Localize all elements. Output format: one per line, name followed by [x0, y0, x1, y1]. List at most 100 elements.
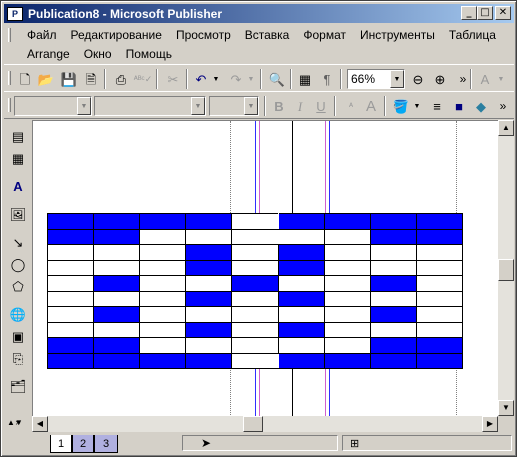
style-combo[interactable]: ▼: [14, 96, 92, 116]
table-cell[interactable]: [277, 306, 325, 323]
maximize-button[interactable]: □: [477, 6, 493, 20]
table-cell[interactable]: [277, 228, 325, 245]
page-navigator-1[interactable]: 1: [50, 435, 72, 453]
3d-icon[interactable]: ◆: [472, 97, 490, 115]
table-cell[interactable]: [139, 213, 187, 230]
table-cell[interactable]: [139, 259, 187, 276]
table-cell[interactable]: [93, 337, 141, 354]
table-cell[interactable]: [323, 290, 371, 307]
menu-file[interactable]: Файл: [20, 27, 64, 43]
table-cell[interactable]: [415, 259, 464, 276]
table-cell[interactable]: [323, 259, 371, 276]
menu-format[interactable]: Формат: [296, 27, 353, 43]
table-cell[interactable]: [277, 213, 325, 230]
table-cell[interactable]: [46, 352, 95, 369]
table-row[interactable]: [46, 259, 464, 276]
table-cell[interactable]: [46, 259, 95, 276]
table-cell[interactable]: [277, 275, 325, 292]
pilcrow-icon[interactable]: ¶: [318, 70, 336, 88]
design-gallery-icon[interactable]: 🗂: [8, 376, 28, 396]
table-row[interactable]: [46, 228, 464, 245]
table-cell[interactable]: [139, 290, 187, 307]
table-cell[interactable]: [46, 321, 95, 338]
table-cell[interactable]: [415, 306, 464, 323]
picture-frame-icon[interactable]: 🖼: [8, 204, 28, 224]
font-dropdown-icon[interactable]: ▼: [191, 97, 205, 115]
zoom-in-icon[interactable]: ⊕: [431, 70, 449, 88]
print-icon[interactable]: ⎙: [112, 70, 130, 88]
style-dropdown-icon[interactable]: ▼: [77, 97, 91, 115]
table-cell[interactable]: [185, 290, 233, 307]
table-cell[interactable]: [139, 306, 187, 323]
table-cell[interactable]: [93, 321, 141, 338]
scroll-up-icon[interactable]: ▲: [498, 120, 514, 136]
table-cell[interactable]: [369, 337, 417, 354]
table-cell[interactable]: [139, 228, 187, 245]
table-cell[interactable]: [46, 244, 95, 261]
table-cell[interactable]: [139, 321, 187, 338]
publication-table[interactable]: [46, 213, 464, 369]
menu-help[interactable]: Помощь: [119, 46, 179, 62]
table-cell[interactable]: [415, 321, 464, 338]
toolbar2-overflow-icon[interactable]: »: [494, 97, 512, 115]
horizontal-scrollbar[interactable]: ◀ ▶: [32, 416, 498, 432]
table-cell[interactable]: [369, 306, 417, 323]
table-cell[interactable]: [415, 352, 464, 369]
zoom-combo[interactable]: 66% ▼: [347, 69, 405, 89]
table-cell[interactable]: [185, 337, 233, 354]
table-cell[interactable]: [139, 275, 187, 292]
table-cell[interactable]: [277, 352, 325, 369]
table-row[interactable]: [46, 275, 464, 292]
underline-button[interactable]: U: [312, 97, 330, 115]
table-cell[interactable]: [139, 244, 187, 261]
table-cell[interactable]: [185, 213, 233, 230]
table-cell[interactable]: [185, 321, 233, 338]
table-tool-icon[interactable]: ▦: [8, 148, 28, 168]
table-cell[interactable]: [277, 290, 325, 307]
toolbar-grip[interactable]: [8, 98, 11, 112]
table-cell[interactable]: [369, 228, 417, 245]
zoom-out-icon[interactable]: ⊖: [409, 70, 427, 88]
line-tool-icon[interactable]: ↘: [8, 232, 28, 252]
scroll-left-icon[interactable]: ◀: [32, 416, 48, 432]
toolbar-grip[interactable]: [8, 71, 11, 85]
table-cell[interactable]: [46, 228, 95, 245]
minimize-button[interactable]: _: [461, 6, 477, 20]
table-cell[interactable]: [415, 244, 464, 261]
menu-window[interactable]: Окно: [77, 46, 119, 62]
table-cell[interactable]: [185, 228, 233, 245]
table-cell[interactable]: [323, 244, 371, 261]
open-folder-icon[interactable]: 📂: [37, 70, 55, 88]
autoshapes-icon[interactable]: ⬠: [8, 276, 28, 296]
table-cell[interactable]: [93, 213, 141, 230]
menu-grip[interactable]: [8, 28, 11, 42]
objects-scroll-icon[interactable]: ▲▼: [7, 418, 23, 427]
table-cell[interactable]: [323, 275, 371, 292]
table-cell[interactable]: [93, 259, 141, 276]
oval-tool-icon[interactable]: ◯: [8, 254, 28, 274]
table-cell[interactable]: [369, 321, 417, 338]
table-cell[interactable]: [185, 259, 233, 276]
font-size-dropdown-icon[interactable]: ▼: [244, 97, 258, 115]
table-cell[interactable]: [93, 290, 141, 307]
table-cell[interactable]: [46, 306, 95, 323]
html-code-icon[interactable]: ⎘: [8, 348, 28, 368]
table-row[interactable]: [46, 290, 464, 307]
table-cell[interactable]: [231, 321, 279, 338]
search-file-icon[interactable]: 🗎: [82, 70, 100, 88]
publisher-app-icon[interactable]: P: [7, 6, 23, 21]
table-cell[interactable]: [369, 290, 417, 307]
table-cell[interactable]: [323, 306, 371, 323]
table-cell[interactable]: [46, 213, 95, 230]
table-cell[interactable]: [185, 275, 233, 292]
table-cell[interactable]: [231, 306, 279, 323]
table-cell[interactable]: [231, 228, 279, 245]
table-cell[interactable]: [277, 244, 325, 261]
table-cell[interactable]: [415, 213, 464, 230]
menu-view[interactable]: Просмотр: [169, 27, 238, 43]
hot-spot-icon[interactable]: 🌐: [8, 304, 28, 324]
title-bar[interactable]: P Publication8 - Microsoft Publisher _ □…: [4, 4, 514, 23]
page-navigator-3[interactable]: 3: [94, 435, 118, 453]
columns-icon[interactable]: ▦: [296, 70, 314, 88]
form-control-icon[interactable]: ▣: [8, 326, 28, 346]
